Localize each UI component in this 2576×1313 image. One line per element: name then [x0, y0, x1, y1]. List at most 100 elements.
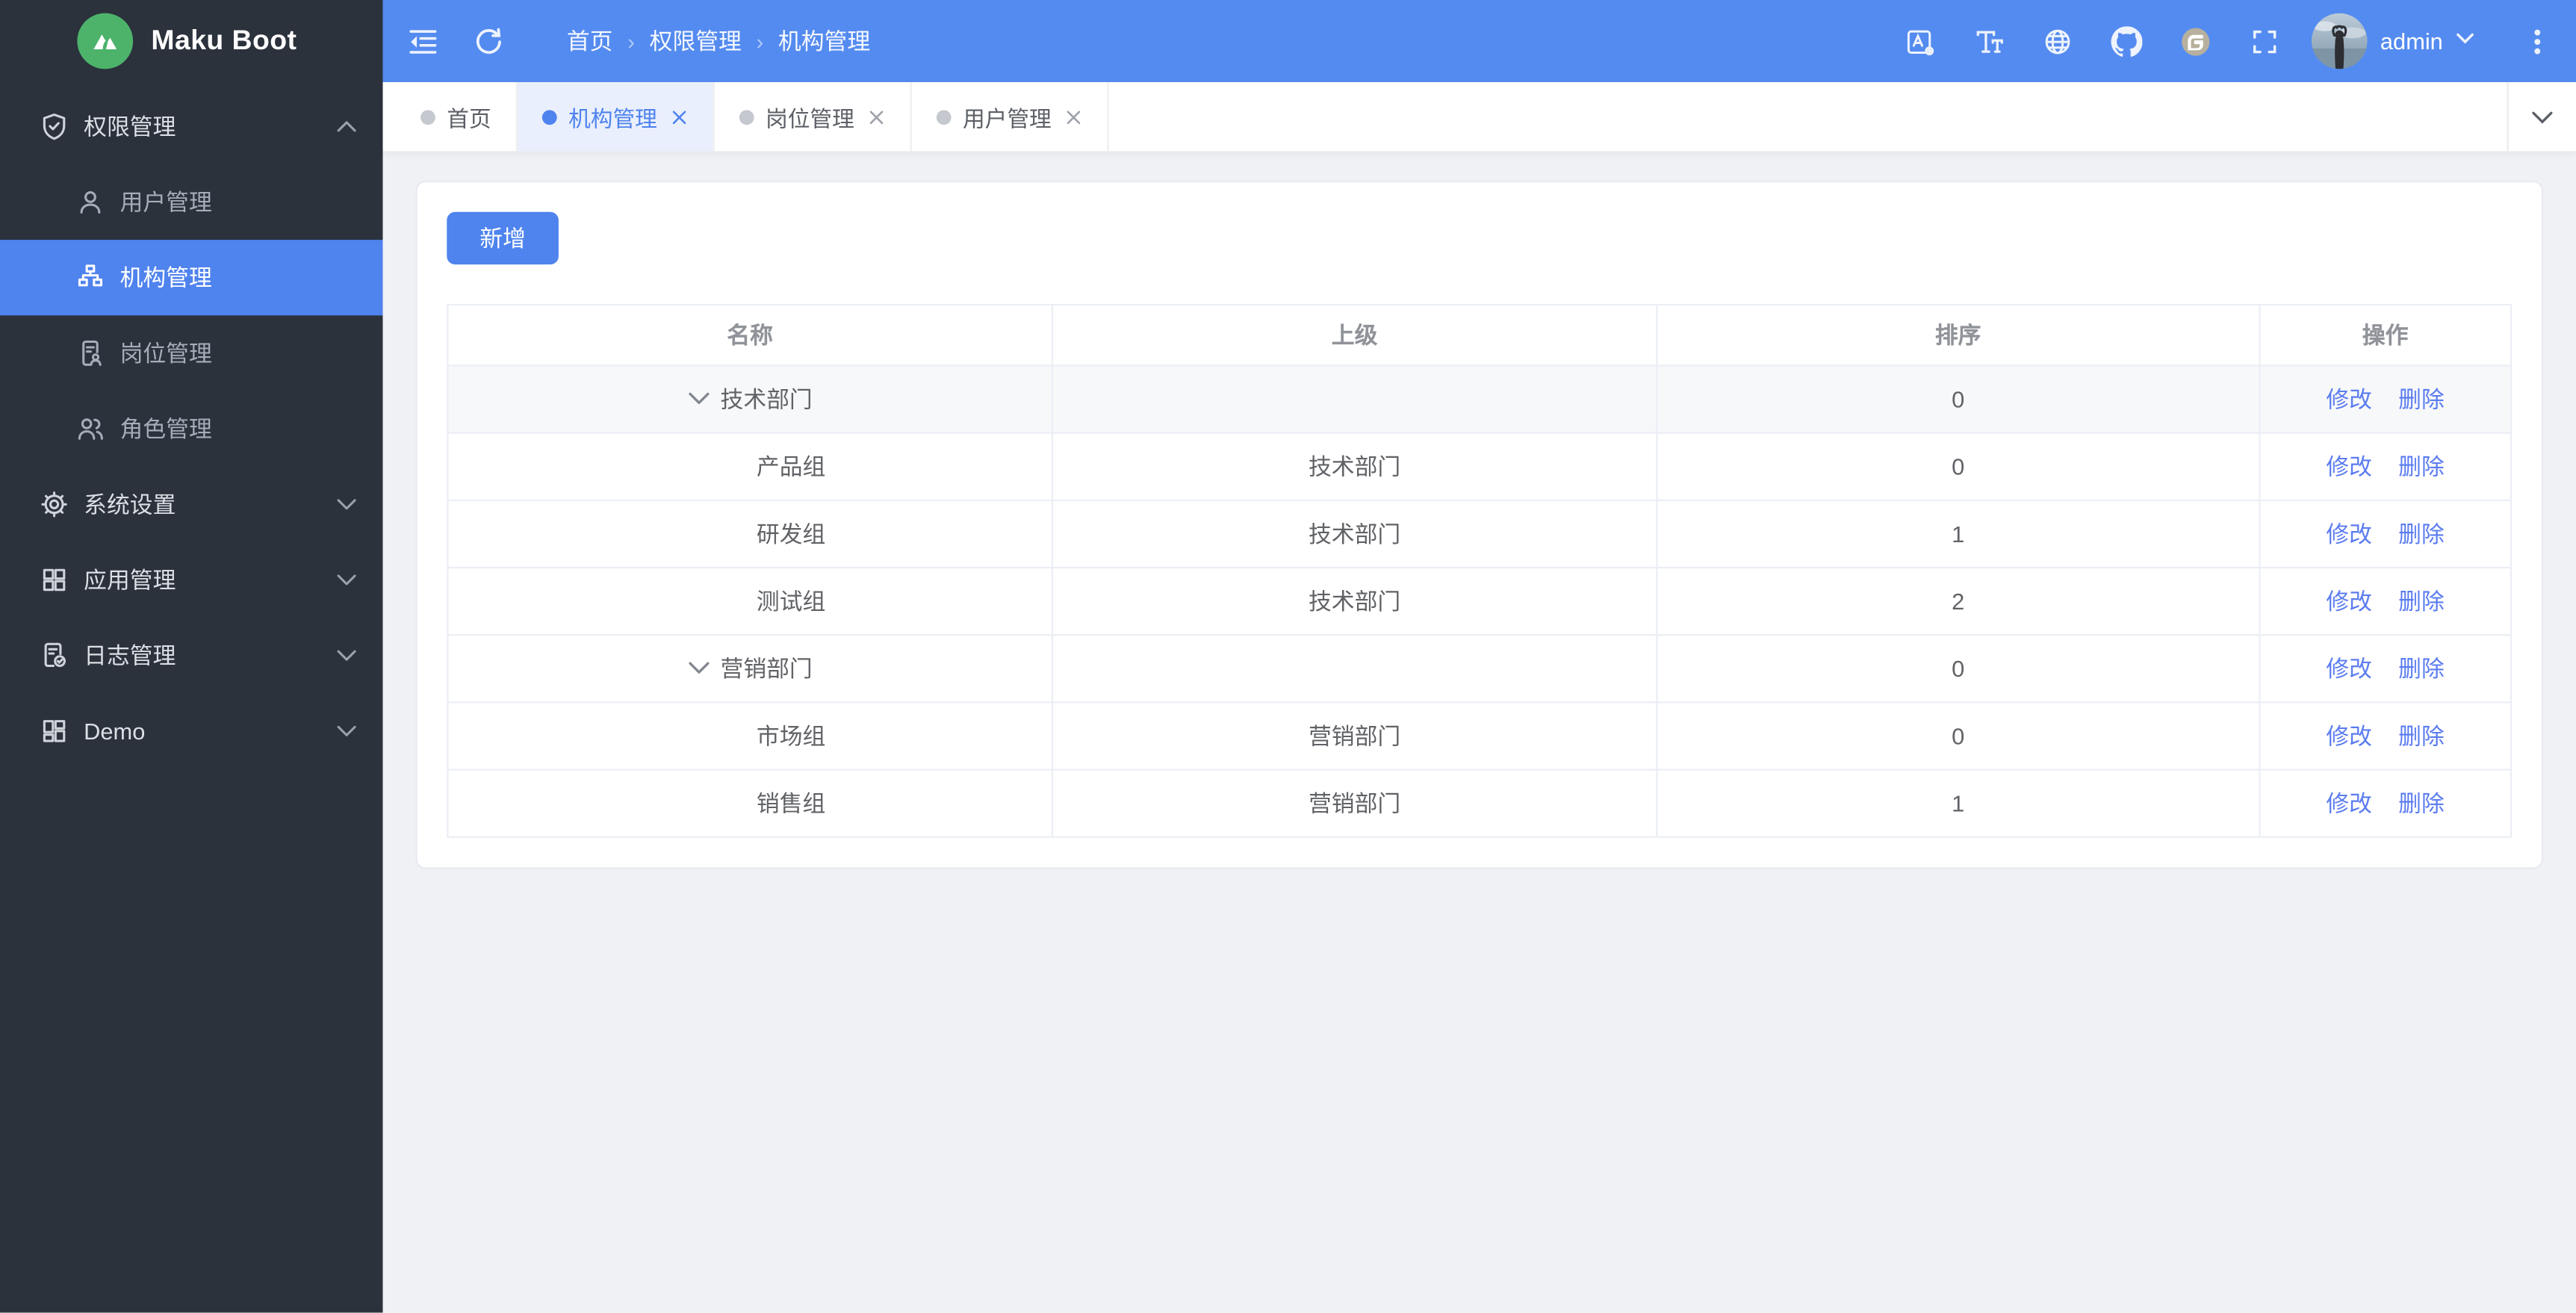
sidebar-item-label: 角色管理	[120, 415, 212, 442]
chevron-down-icon	[337, 721, 356, 741]
user-name: admin	[2380, 28, 2443, 55]
sidebar-item-label: 岗位管理	[120, 340, 212, 367]
refresh-icon[interactable]	[471, 25, 504, 58]
shield-check-icon	[40, 112, 69, 142]
app-title: Maku Boot	[151, 24, 297, 56]
edit-link[interactable]: 修改	[2326, 588, 2372, 614]
sidebar-item-label: 日志管理	[84, 642, 176, 669]
user-menu[interactable]: admin	[2311, 13, 2474, 69]
sidebar-item[interactable]: 用户管理	[0, 164, 383, 240]
column-header: 排序	[1657, 305, 2261, 367]
delete-link[interactable]: 删除	[2398, 723, 2445, 749]
parent-cell	[1052, 635, 1658, 704]
sidebar-item[interactable]: Demo	[0, 693, 383, 769]
fullscreen-icon[interactable]	[2249, 25, 2282, 58]
sidebar-item[interactable]: 日志管理	[0, 618, 383, 693]
name-cell: 测试组	[447, 567, 1053, 636]
actions-cell: 修改 删除	[2259, 770, 2511, 837]
expand-chevron-icon[interactable]	[688, 388, 710, 409]
org-name: 测试组	[756, 588, 826, 615]
sort-cell: 2	[1657, 567, 2261, 636]
translate-icon[interactable]	[1904, 25, 1937, 58]
delete-link[interactable]: 删除	[2398, 656, 2445, 682]
delete-link[interactable]: 删除	[2398, 790, 2445, 816]
column-header: 操作	[2259, 305, 2512, 367]
expand-chevron-icon[interactable]	[688, 657, 710, 679]
tab-item[interactable]: 用户管理	[912, 81, 1109, 152]
delete-link[interactable]: 删除	[2398, 386, 2445, 412]
breadcrumb-separator: ›	[756, 28, 764, 54]
collapse-sidebar-icon[interactable]	[406, 25, 438, 58]
tab-status-dot	[936, 109, 952, 125]
gitee-icon[interactable]	[2180, 25, 2213, 58]
org-tree-icon	[75, 263, 105, 293]
sidebar-item-label: 机构管理	[120, 264, 212, 291]
breadcrumb-item[interactable]: 机构管理	[778, 25, 870, 58]
sidebar-item[interactable]: 岗位管理	[0, 315, 383, 391]
post-doc-icon	[75, 338, 105, 368]
globe-icon[interactable]	[2042, 25, 2075, 58]
actions-cell: 修改 删除	[2259, 567, 2512, 636]
sort-cell: 1	[1657, 500, 2261, 569]
gear-icon	[40, 489, 69, 519]
actions-cell: 修改 删除	[2259, 365, 2512, 434]
sidebar-item[interactable]: 权限管理	[0, 89, 383, 164]
name-cell: 产品组	[447, 432, 1053, 501]
sort-cell: 0	[1657, 702, 2261, 771]
tab-active[interactable]: 机构管理	[517, 81, 715, 152]
edit-link[interactable]: 修改	[2326, 386, 2372, 412]
edit-link[interactable]: 修改	[2326, 790, 2372, 816]
tab-item[interactable]: 首页	[396, 81, 518, 152]
table-row: 研发组 技术部门 1 修改 删除	[447, 500, 2512, 569]
close-icon[interactable]	[668, 107, 688, 126]
tab-label: 岗位管理	[766, 106, 854, 131]
org-name: 市场组	[756, 722, 826, 750]
parent-cell: 技术部门	[1052, 432, 1658, 501]
breadcrumb-item[interactable]: 权限管理	[650, 25, 742, 58]
page-content: 新增 名称 上级 排序 操作 技术部门 0 修改 删除 产品组 技术部门 0 修改 删除 …	[382, 152, 2576, 1313]
edit-link[interactable]: 修改	[2326, 656, 2372, 682]
sidebar-item-label: 系统设置	[84, 491, 176, 518]
sidebar-item-label: 应用管理	[84, 566, 176, 594]
close-icon[interactable]	[866, 107, 885, 126]
sidebar-item[interactable]: 机构管理	[0, 240, 383, 316]
tab-status-dot	[420, 109, 435, 125]
breadcrumb-item[interactable]: 首页	[567, 25, 613, 58]
main-column: 首页 › 权限管理 › 机构管理 admin 首页 机构管理 岗位管理 用户管理…	[382, 0, 2576, 1313]
table-row: 市场组 营销部门 0 修改 删除	[447, 702, 2512, 771]
org-name: 销售组	[756, 790, 826, 817]
kebab-menu-icon[interactable]	[2520, 25, 2553, 58]
tabs-dropdown-button[interactable]	[2507, 81, 2576, 152]
edit-link[interactable]: 修改	[2326, 521, 2372, 547]
delete-link[interactable]: 删除	[2398, 588, 2445, 614]
sidebar: Maku Boot 权限管理 用户管理 机构管理 岗位管理 角色管理 系统设置 …	[0, 0, 383, 1313]
actions-cell: 修改 删除	[2259, 635, 2512, 704]
edit-link[interactable]: 修改	[2326, 453, 2372, 479]
header-left: 首页 › 权限管理 › 机构管理	[406, 25, 870, 58]
sidebar-item[interactable]: 应用管理	[0, 542, 383, 618]
add-button[interactable]: 新增	[447, 211, 559, 265]
tab-status-dot	[541, 109, 557, 125]
sidebar-item-label: 用户管理	[120, 188, 212, 216]
delete-link[interactable]: 删除	[2398, 453, 2445, 479]
app-logo: Maku Boot	[0, 0, 383, 82]
sidebar-item[interactable]: 角色管理	[0, 391, 383, 467]
sort-cell: 1	[1657, 769, 2261, 837]
tabs: 首页 机构管理 岗位管理 用户管理	[383, 81, 2507, 152]
font-size-icon[interactable]	[1973, 25, 2005, 58]
delete-link[interactable]: 删除	[2398, 521, 2445, 547]
close-icon[interactable]	[1063, 107, 1082, 126]
roles-icon	[75, 414, 105, 444]
sidebar-menu: 权限管理 用户管理 机构管理 岗位管理 角色管理 系统设置 应用管理 日志管理 …	[0, 82, 383, 1313]
chevron-down-icon	[2456, 26, 2474, 56]
table-row: 产品组 技术部门 0 修改 删除	[447, 432, 2512, 501]
tab-item[interactable]: 岗位管理	[715, 81, 912, 152]
column-header: 名称	[447, 305, 1053, 367]
org-name: 研发组	[756, 521, 826, 547]
edit-link[interactable]: 修改	[2326, 723, 2372, 749]
demo-grid-icon	[40, 716, 69, 746]
sidebar-item[interactable]: 系统设置	[0, 467, 383, 542]
apps-grid-icon	[40, 565, 69, 595]
github-icon[interactable]	[2111, 25, 2144, 58]
parent-cell: 营销部门	[1052, 769, 1658, 837]
